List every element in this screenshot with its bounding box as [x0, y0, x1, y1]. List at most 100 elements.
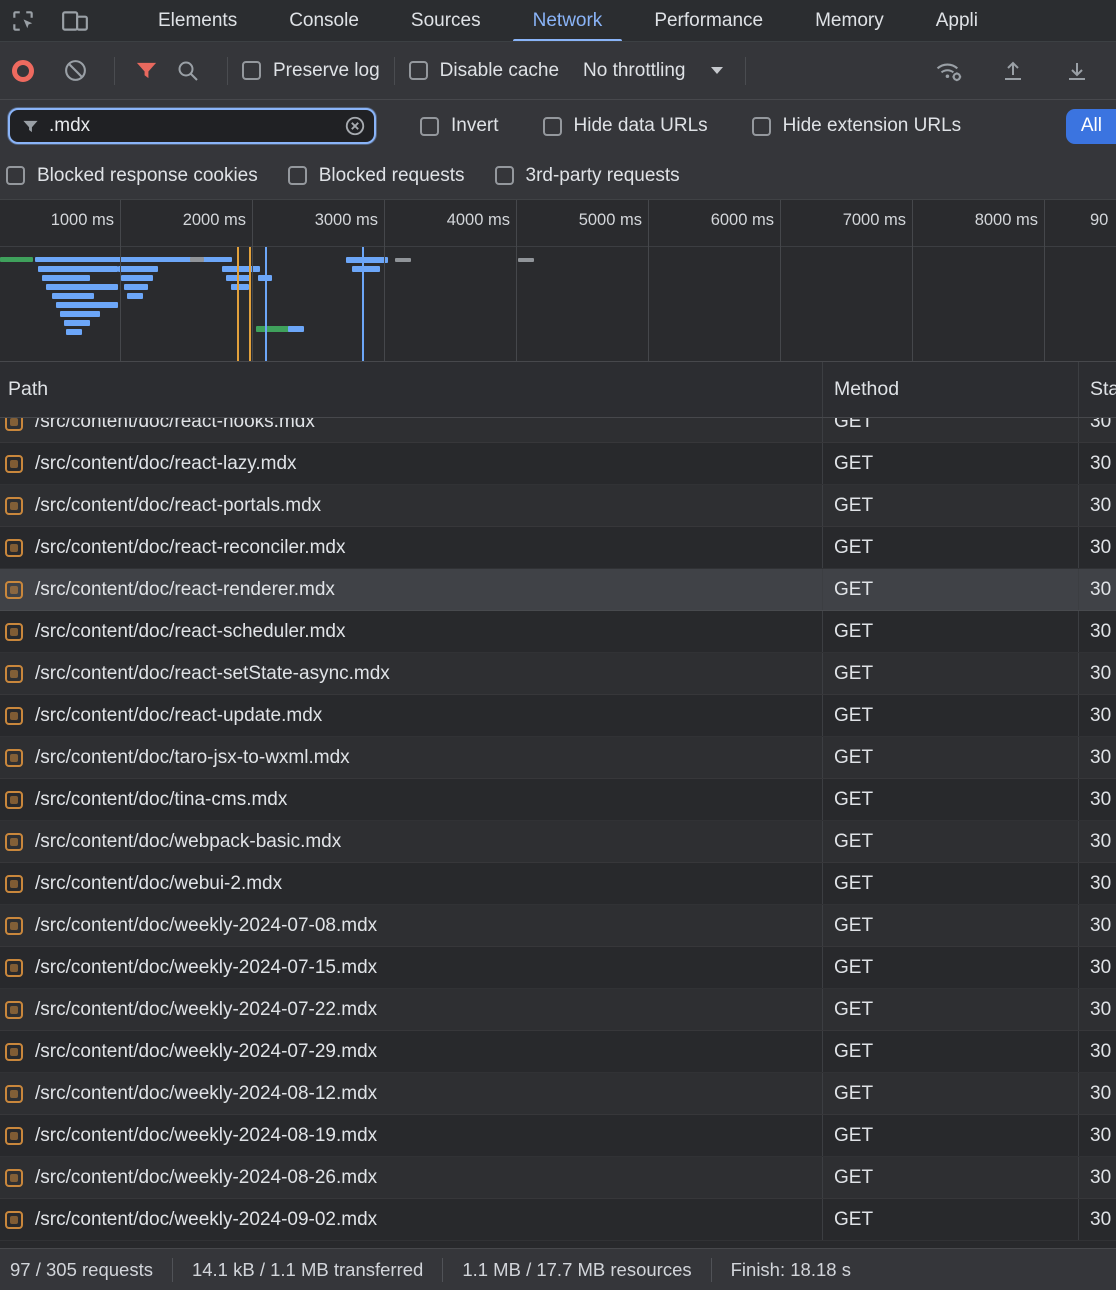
- request-status: 30: [1078, 1073, 1116, 1114]
- table-row[interactable]: /src/content/doc/weekly-2024-08-19.mdx G…: [0, 1115, 1116, 1157]
- table-row[interactable]: /src/content/doc/react-hooks.mdx GET 30: [0, 418, 1116, 443]
- divider: [172, 1258, 173, 1282]
- blocked-requests-checkbox[interactable]: Blocked requests: [288, 165, 465, 187]
- device-toolbar-button[interactable]: [58, 4, 92, 38]
- upload-icon: [1001, 59, 1025, 83]
- request-path: /src/content/doc/weekly-2024-08-19.mdx: [35, 1125, 377, 1147]
- request-status: 30: [1078, 947, 1116, 988]
- filter-toggle-button[interactable]: [129, 54, 163, 88]
- third-party-requests-checkbox[interactable]: 3rd-party requests: [495, 165, 680, 187]
- file-icon: [5, 917, 23, 935]
- table-row[interactable]: /src/content/doc/taro-jsx-to-wxml.mdx GE…: [0, 737, 1116, 779]
- divider: [227, 57, 228, 85]
- request-method: GET: [822, 569, 1078, 610]
- table-row[interactable]: /src/content/doc/webpack-basic.mdx GET 3…: [0, 821, 1116, 863]
- preserve-log-label: Preserve log: [273, 60, 380, 82]
- table-row[interactable]: /src/content/doc/react-setState-async.md…: [0, 653, 1116, 695]
- disable-cache-checkbox[interactable]: Disable cache: [409, 60, 559, 82]
- request-method: GET: [822, 863, 1078, 904]
- request-method: GET: [822, 653, 1078, 694]
- request-path: /src/content/doc/weekly-2024-07-15.mdx: [35, 957, 377, 979]
- throttling-select[interactable]: No throttling: [583, 60, 723, 82]
- resource-type-all-chip[interactable]: All: [1066, 109, 1116, 144]
- table-row[interactable]: /src/content/doc/weekly-2024-07-15.mdx G…: [0, 947, 1116, 989]
- column-header-status[interactable]: Sta: [1078, 362, 1116, 417]
- search-icon: [176, 59, 200, 83]
- network-overview-timeline[interactable]: 1000 ms2000 ms3000 ms4000 ms5000 ms6000 …: [0, 200, 1116, 362]
- file-icon: [5, 1211, 23, 1229]
- table-row[interactable]: /src/content/doc/webui-2.mdx GET 30: [0, 863, 1116, 905]
- table-row[interactable]: /src/content/doc/tina-cms.mdx GET 30: [0, 779, 1116, 821]
- column-header-method[interactable]: Method: [822, 362, 1078, 417]
- divider: [711, 1258, 712, 1282]
- request-path-cell: /src/content/doc/webui-2.mdx: [0, 863, 822, 904]
- tab-appli[interactable]: Appli: [910, 0, 1004, 42]
- table-row[interactable]: /src/content/doc/react-update.mdx GET 30: [0, 695, 1116, 737]
- table-row[interactable]: /src/content/doc/weekly-2024-08-26.mdx G…: [0, 1157, 1116, 1199]
- checkbox-box: [420, 117, 439, 136]
- tab-elements[interactable]: Elements: [132, 0, 263, 42]
- table-row[interactable]: /src/content/doc/react-renderer.mdx GET …: [0, 569, 1116, 611]
- filter-input[interactable]: [49, 115, 344, 137]
- tab-sources[interactable]: Sources: [385, 0, 507, 42]
- waterfall-bar: [66, 329, 82, 335]
- hide-data-urls-checkbox[interactable]: Hide data URLs: [543, 115, 708, 137]
- devtools-window: ElementsConsoleSourcesNetworkPerformance…: [0, 0, 1116, 1290]
- request-method: GET: [822, 1115, 1078, 1156]
- hide-extension-urls-checkbox[interactable]: Hide extension URLs: [752, 115, 961, 137]
- request-status: 30: [1078, 737, 1116, 778]
- waterfall-bar: [222, 266, 260, 272]
- request-method: GET: [822, 1073, 1078, 1114]
- table-row[interactable]: /src/content/doc/weekly-2024-07-29.mdx G…: [0, 1031, 1116, 1073]
- timeline-gridline: [384, 200, 385, 361]
- request-method: GET: [822, 418, 1078, 442]
- waterfall-bar: [56, 302, 118, 308]
- table-row[interactable]: /src/content/doc/react-reconciler.mdx GE…: [0, 527, 1116, 569]
- third-party-requests-label: 3rd-party requests: [526, 165, 680, 187]
- file-icon: [5, 875, 23, 893]
- divider: [114, 57, 115, 85]
- clear-network-log-button[interactable]: [58, 54, 92, 88]
- ruler-tick: 7000 ms: [843, 211, 906, 230]
- file-icon: [5, 455, 23, 473]
- file-icon: [5, 1169, 23, 1187]
- preserve-log-checkbox[interactable]: Preserve log: [242, 60, 380, 82]
- table-row[interactable]: /src/content/doc/weekly-2024-09-02.mdx G…: [0, 1199, 1116, 1241]
- waterfall-bar: [52, 293, 94, 299]
- request-path-cell: /src/content/doc/react-update.mdx: [0, 695, 822, 736]
- table-row[interactable]: /src/content/doc/react-scheduler.mdx GET…: [0, 611, 1116, 653]
- event-marker-line: [237, 247, 239, 361]
- requests-table: /src/content/doc/react-hooks.mdx GET 30 …: [0, 418, 1116, 1248]
- file-icon: [5, 665, 23, 683]
- ruler-tick: 6000 ms: [711, 211, 774, 230]
- search-button[interactable]: [171, 54, 205, 88]
- invert-checkbox[interactable]: Invert: [420, 115, 499, 137]
- request-status: 30: [1078, 485, 1116, 526]
- request-path-cell: /src/content/doc/weekly-2024-08-12.mdx: [0, 1073, 822, 1114]
- clear-filter-icon[interactable]: [344, 115, 366, 137]
- record-network-log-button[interactable]: [12, 60, 34, 82]
- event-marker-line: [249, 247, 251, 361]
- waterfall-bar: [46, 284, 118, 290]
- table-row[interactable]: /src/content/doc/react-lazy.mdx GET 30: [0, 443, 1116, 485]
- network-conditions-button[interactable]: [932, 54, 966, 88]
- tab-performance[interactable]: Performance: [628, 0, 789, 42]
- file-icon: [5, 1001, 23, 1019]
- filter-icon: [135, 59, 158, 82]
- table-row[interactable]: /src/content/doc/react-portals.mdx GET 3…: [0, 485, 1116, 527]
- tab-console[interactable]: Console: [263, 0, 385, 42]
- request-status: 30: [1078, 418, 1116, 442]
- requests-table-header: Path Method Sta: [0, 362, 1116, 418]
- table-row[interactable]: /src/content/doc/weekly-2024-07-22.mdx G…: [0, 989, 1116, 1031]
- table-row[interactable]: /src/content/doc/weekly-2024-08-12.mdx G…: [0, 1073, 1116, 1115]
- blocked-response-cookies-checkbox[interactable]: Blocked response cookies: [6, 165, 258, 187]
- export-har-button[interactable]: [1060, 54, 1094, 88]
- tab-network[interactable]: Network: [507, 0, 629, 42]
- import-har-button[interactable]: [996, 54, 1030, 88]
- tab-memory[interactable]: Memory: [789, 0, 910, 42]
- table-row[interactable]: /src/content/doc/weekly-2024-07-08.mdx G…: [0, 905, 1116, 947]
- inspect-element-button[interactable]: [6, 4, 40, 38]
- waterfall-bar: [38, 266, 118, 272]
- request-method: GET: [822, 1157, 1078, 1198]
- column-header-path[interactable]: Path: [0, 362, 822, 417]
